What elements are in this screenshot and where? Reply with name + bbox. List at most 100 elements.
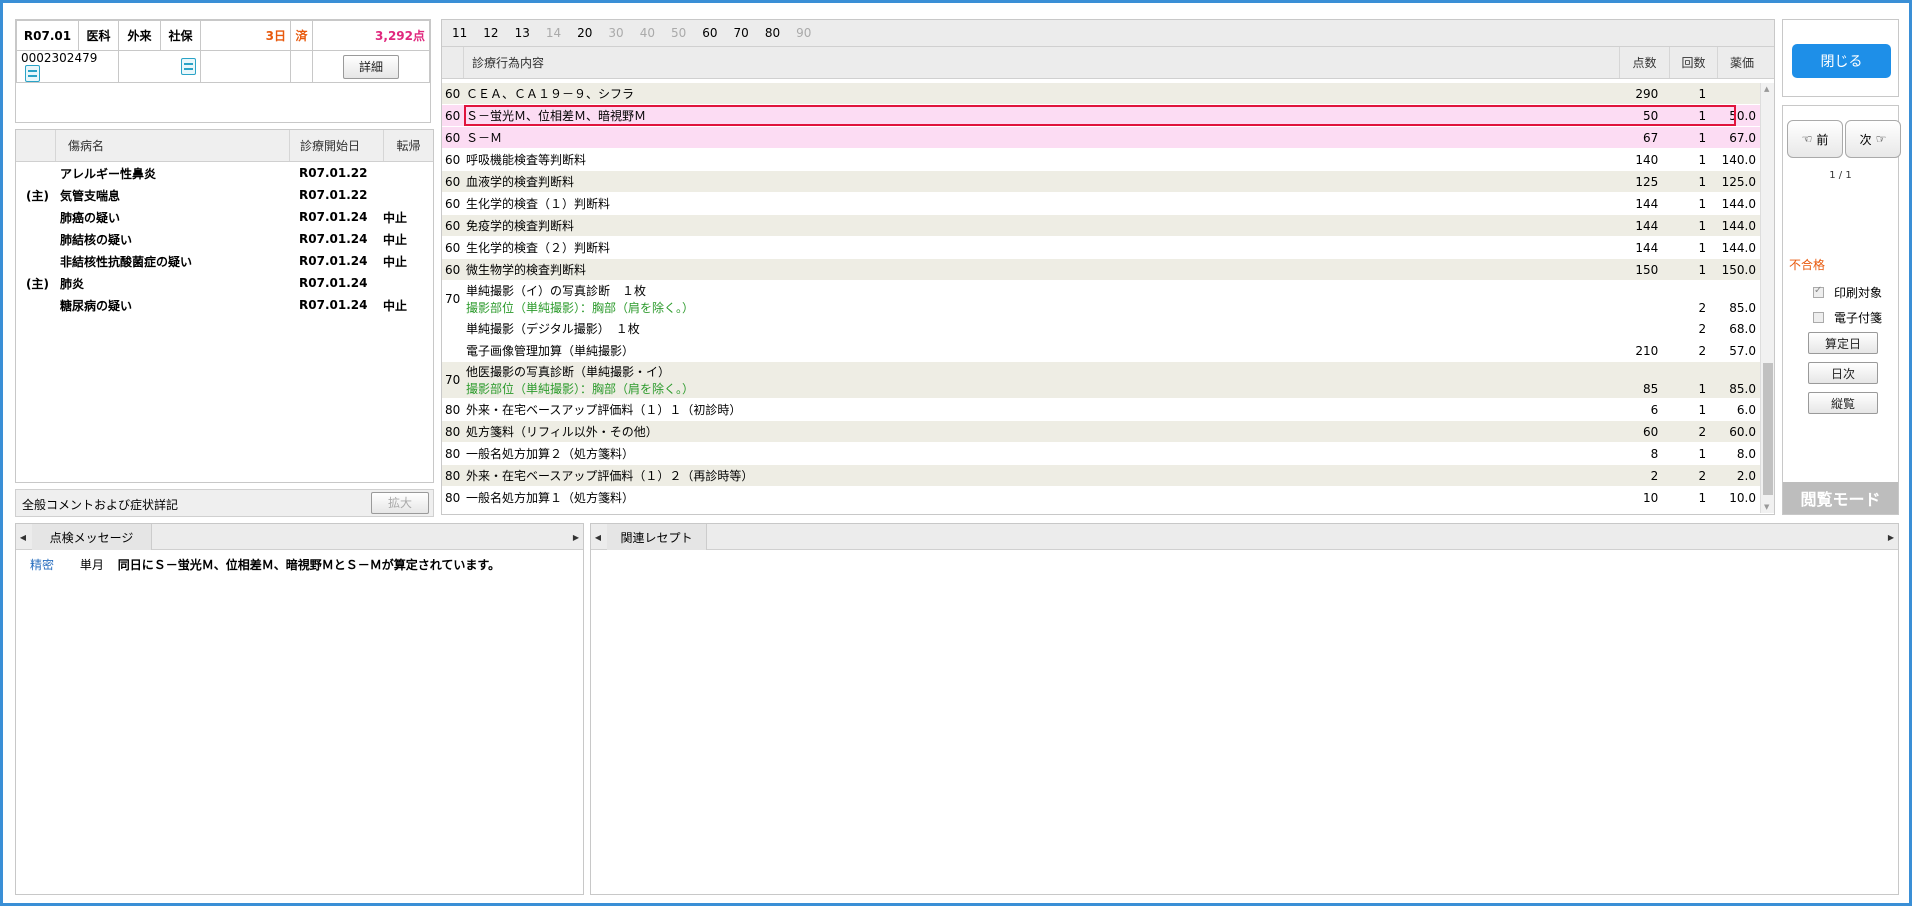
- category-tab-90[interactable]: 90: [796, 26, 811, 40]
- category-tabs: 11 12 13 14 20 30 40 50 60 70 80 90: [442, 20, 1774, 47]
- check-message-tabs: ◀ 点検メッセージ ▶: [16, 524, 583, 550]
- scroll-up-icon[interactable]: ▲: [1764, 85, 1769, 93]
- prev-button[interactable]: ☜ 前: [1787, 120, 1843, 158]
- document-icon[interactable]: [25, 65, 40, 82]
- navigation-panel: ☜前 次☞ 1 / 1 不合格 印刷対象 電子付箋 算定日 日次 縦覧 閲覧モー…: [1782, 105, 1901, 515]
- disease-outcome: [383, 184, 423, 206]
- daily-button[interactable]: 日次: [1808, 362, 1878, 384]
- procedure-line: 微生物学的検査判断料: [465, 263, 586, 277]
- procedure-row[interactable]: 80 処方箋料（リフィル以外・その他） 60 2 60.0: [442, 421, 1760, 443]
- scrollbar-thumb[interactable]: [1763, 363, 1773, 495]
- procedure-points: 144: [1635, 196, 1659, 211]
- procedure-row[interactable]: 70 他医撮影の写真診断（単純撮影・イ） 撮影部位（単純撮影）：胸部（肩を除く。） 8…: [442, 362, 1760, 399]
- next-button[interactable]: 次 ☞: [1845, 120, 1901, 158]
- disease-row[interactable]: 非結核性抗酸菌症の疑い R07.01.24 中止: [16, 250, 433, 272]
- category-tab-40[interactable]: 40: [640, 26, 655, 40]
- document-icon[interactable]: [181, 58, 196, 75]
- procedure-row[interactable]: 70 単純撮影（イ）の写真診断 １枚 撮影部位（単純撮影）：胸部（肩を除く。） 2 85…: [442, 281, 1760, 318]
- procedure-points: 290: [1635, 86, 1659, 101]
- disease-row[interactable]: 肺結核の疑い R07.01.24 中止: [16, 228, 433, 250]
- procedure-row[interactable]: 電子画像管理加算（単純撮影） 210 2 57.0: [442, 340, 1760, 362]
- vertical-view-button[interactable]: 縦覧: [1808, 392, 1878, 414]
- procedure-points: 8: [1650, 446, 1659, 461]
- disease-name: アレルギー性鼻炎: [60, 166, 157, 181]
- print-target-checkbox[interactable]: 印刷対象: [1813, 284, 1882, 301]
- procedure-count: 1: [1698, 402, 1707, 417]
- tab-check-message[interactable]: 点検メッセージ: [32, 524, 152, 550]
- header-spacer: [16, 130, 56, 161]
- disease-prefix: [16, 206, 56, 228]
- category-tab-13[interactable]: 13: [515, 26, 530, 40]
- disease-name: 肺結核の疑い: [60, 232, 133, 247]
- e-attach-checkbox[interactable]: 電子付箋: [1813, 309, 1882, 326]
- tab-related-receipt[interactable]: 関連レセプト: [607, 524, 707, 550]
- table-scrollbar[interactable]: ▲ ▼: [1760, 83, 1774, 513]
- patient-id-cell: 0002302479: [16, 50, 119, 83]
- col-procedure[interactable]: 診療行為内容: [464, 47, 1620, 78]
- procedure-points: 140: [1635, 152, 1659, 167]
- category-tab-11[interactable]: 11: [452, 26, 467, 40]
- calc-date-button[interactable]: 算定日: [1808, 332, 1878, 354]
- procedure-name: 単純撮影（デジタル撮影） １枚: [464, 318, 1614, 339]
- procedure-row[interactable]: 60 生化学的検査（１）判断料 144 1 144.0: [442, 193, 1760, 215]
- disease-outcome: 中止: [383, 254, 408, 269]
- disease-prefix: [16, 294, 56, 316]
- category-tab-60[interactable]: 60: [702, 26, 717, 40]
- procedure-count: 1: [1698, 240, 1707, 255]
- category-tab-70[interactable]: 70: [734, 26, 749, 40]
- disease-row[interactable]: 糖尿病の疑い R07.01.24 中止: [16, 294, 433, 316]
- procedure-row[interactable]: 60 Ｓ－Ｍ 67 1 67.0: [442, 127, 1760, 149]
- category-tab-14[interactable]: 14: [546, 26, 561, 40]
- disease-row[interactable]: アレルギー性鼻炎 R07.01.22: [16, 162, 433, 184]
- tab-scroll-right-icon[interactable]: ▶: [1884, 524, 1898, 550]
- disease-start-date: R07.01.24: [299, 210, 368, 224]
- procedure-count: 2: [1698, 343, 1707, 358]
- category-tab-50[interactable]: 50: [671, 26, 686, 40]
- check-message-row[interactable]: 精密 単月 同日にＳ－蛍光Ｍ、位相差Ｍ、暗視野ＭとＳ－Ｍが算定されています。: [16, 550, 583, 573]
- procedure-code: 60: [445, 108, 461, 123]
- close-button[interactable]: 閉じる: [1792, 44, 1891, 78]
- procedure-price: 2.0: [1736, 468, 1756, 483]
- procedure-count: 1: [1698, 86, 1707, 101]
- col-outcome[interactable]: 転帰: [384, 130, 433, 161]
- col-count[interactable]: 回数: [1670, 47, 1718, 78]
- procedure-row[interactable]: 60 血液学的検査判断料 125 1 125.0: [442, 171, 1760, 193]
- procedure-row[interactable]: 60 免疫学的検査判断料 144 1 144.0: [442, 215, 1760, 237]
- procedure-row[interactable]: 60 生化学的検査（２）判断料 144 1 144.0: [442, 237, 1760, 259]
- expand-button[interactable]: 拡大: [371, 492, 429, 514]
- category-tab-30[interactable]: 30: [608, 26, 623, 40]
- disease-row[interactable]: 肺癌の疑い R07.01.24 中止: [16, 206, 433, 228]
- category-tab-12[interactable]: 12: [483, 26, 498, 40]
- procedure-price: 10.0: [1729, 490, 1756, 505]
- detail-button[interactable]: 詳細: [343, 54, 399, 79]
- procedure-row[interactable]: 60 ＣＥＡ、ＣＡ１９－９、シフラ 290 1: [442, 83, 1760, 105]
- disease-row[interactable]: (主) 肺炎 R07.01.24: [16, 272, 433, 294]
- col-disease-name[interactable]: 傷病名: [56, 130, 290, 161]
- procedure-name: Ｓ－Ｍ: [464, 127, 1614, 148]
- scroll-down-icon[interactable]: ▼: [1764, 503, 1769, 511]
- col-start-date[interactable]: 診療開始日: [290, 130, 384, 161]
- tab-scroll-right-icon[interactable]: ▶: [569, 524, 583, 550]
- procedure-row[interactable]: 60 微生物学的検査判断料 150 1 150.0: [442, 259, 1760, 281]
- disease-outcome: 中止: [383, 210, 408, 225]
- disease-row[interactable]: (主) 気管支喘息 R07.01.22: [16, 184, 433, 206]
- procedure-line: 電子画像管理加算（単純撮影）: [465, 344, 634, 358]
- procedure-row[interactable]: 80 一般名処方加算２（処方箋料） 8 1 8.0: [442, 443, 1760, 465]
- procedure-price: 60.0: [1729, 424, 1756, 439]
- procedure-points: 150: [1635, 262, 1659, 277]
- procedure-row[interactable]: 80 外来・在宅ベースアップ評価料（１）２（再診時等） 2 2 2.0: [442, 465, 1760, 487]
- procedure-row-selected[interactable]: 60 Ｓ－蛍光Ｍ、位相差Ｍ、暗視野Ｍ 50 1 50.0: [442, 105, 1760, 127]
- procedure-row[interactable]: 単純撮影（デジタル撮影） １枚 2 68.0: [442, 318, 1760, 340]
- disease-start-date: R07.01.24: [299, 298, 368, 312]
- col-points[interactable]: 点数: [1620, 47, 1670, 78]
- procedure-line: 免疫学的検査判断料: [465, 219, 574, 233]
- procedure-row[interactable]: 60 呼吸機能検査等判断料 140 1 140.0: [442, 149, 1760, 171]
- category-tab-20[interactable]: 20: [577, 26, 592, 40]
- print-target-label: 印刷対象: [1834, 286, 1883, 300]
- col-price[interactable]: 薬価: [1718, 47, 1766, 78]
- procedure-row[interactable]: 80 外来・在宅ベースアップ評価料（１）１（初診時） 6 1 6.0: [442, 399, 1760, 421]
- tab-scroll-left-icon[interactable]: ◀: [591, 524, 605, 550]
- category-tab-80[interactable]: 80: [765, 26, 780, 40]
- tab-scroll-left-icon[interactable]: ◀: [16, 524, 30, 550]
- procedure-row[interactable]: 80 一般名処方加算１（処方箋料） 10 1 10.0: [442, 487, 1760, 509]
